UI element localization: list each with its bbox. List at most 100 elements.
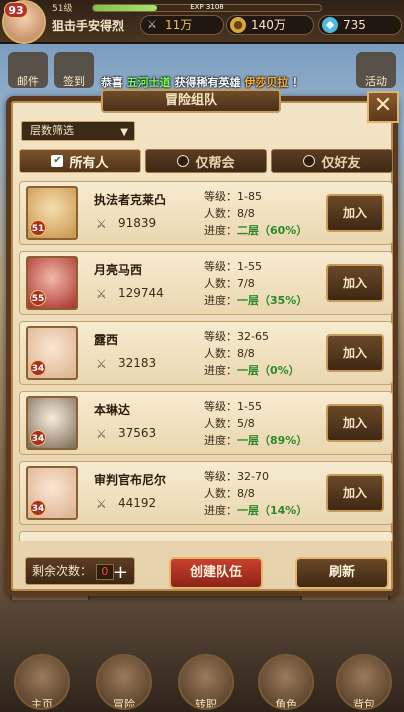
team-leader-name: 执法者克莱凸 [94, 193, 167, 207]
close-button[interactable]: ✕ [367, 91, 399, 123]
hero-portrait: 34 [26, 466, 78, 520]
team-row: 55 月亮马西 ⚔ 129744 等级：1-55 人数：7/8 进度：一层（35… [19, 251, 393, 315]
hero-portrait: 51 [26, 186, 78, 240]
team-row: 34 露西 ⚔ 32183 等级：32-65 人数：8/8 进度：一层（0%） … [19, 321, 393, 385]
tab-guild-only[interactable]: 仅帮会 [145, 149, 267, 173]
level-range: 1-55 [237, 400, 262, 413]
team-power: 129744 [118, 286, 164, 300]
level-range: 32-70 [237, 470, 269, 483]
adventure-team-dialog: 冒险组队 ✕ 层数筛选 ▼ ✔ 所有人 仅帮会 仅好友 51 执法者克莱凸 ⚔ … [6, 89, 399, 596]
level-label: 51级 [52, 4, 73, 14]
team-info: 等级：1-55 人数：5/8 进度：一层（89%） [204, 398, 307, 449]
join-button[interactable]: 加入 [326, 334, 384, 372]
team-power: 91839 [118, 216, 157, 230]
level-label: 等级： [204, 400, 237, 413]
announcement-hero: 伊莎贝拉 [244, 76, 289, 89]
level-range: 32-65 [237, 330, 269, 343]
tab-friends-only[interactable]: 仅好友 [271, 149, 393, 173]
crossed-swords-icon: ⚔ [96, 427, 107, 441]
hero-level-badge: 34 [30, 500, 46, 516]
tab-label: 仅帮会 [195, 155, 235, 171]
nav-character[interactable]: 角色 [258, 654, 314, 710]
team-info: 等级：32-65 人数：8/8 进度：一层（0%） [204, 328, 300, 379]
members-count: 7/8 [237, 277, 255, 290]
team-leader-name: 本琳达 [94, 403, 131, 417]
announcement-suffix: ！ [288, 76, 304, 89]
team-info: 等级：32-70 人数：8/8 进度：一层（14%） [204, 468, 307, 519]
announcement-prefix: 恭喜 [100, 76, 127, 89]
crossed-swords-icon: ⚔ [96, 287, 107, 301]
tab-label: 仅好友 [321, 155, 361, 171]
team-row-partial [19, 531, 393, 541]
members-label: 人数： [204, 207, 237, 220]
join-button[interactable]: 加入 [326, 474, 384, 512]
team-power: 37563 [118, 426, 157, 440]
player-name: 狙击手安得烈 [52, 19, 125, 33]
level-range: 1-55 [237, 260, 262, 273]
members-label: 人数： [204, 347, 237, 360]
radio-icon [177, 155, 190, 167]
level-label: 等级： [204, 330, 237, 343]
crossed-swords-icon: ⚔ [147, 18, 157, 31]
team-power: 44192 [118, 496, 157, 510]
team-info: 等级：1-85 人数：8/8 进度：二层（60%） [204, 188, 307, 239]
progress-label: 进度： [204, 224, 237, 237]
hero-portrait: 34 [26, 396, 78, 450]
progress-label: 进度： [204, 294, 237, 307]
plus-icon[interactable]: + [113, 560, 128, 586]
remaining-count: 0 [95, 563, 114, 580]
progress-value: 一层（14%） [237, 504, 308, 517]
radio-icon [303, 155, 316, 167]
progress-label: 进度： [204, 504, 237, 517]
members-count: 8/8 [237, 347, 255, 360]
dialog-title: 冒险组队 [101, 89, 281, 113]
members-count: 5/8 [237, 417, 255, 430]
tab-everyone[interactable]: ✔ 所有人 [19, 149, 141, 173]
announcement-middle: 获得稀有英雄 [170, 76, 245, 89]
top-status-bar: 93 51级 EXP 3108 狙击手安得烈 ⚔ 11万 ● 140万 ◆ 73… [0, 0, 404, 44]
join-button[interactable]: 加入 [326, 194, 384, 232]
team-leader-name: 露西 [94, 333, 119, 347]
announcement-player: 五河士道 [126, 76, 171, 89]
progress-label: 进度： [204, 434, 237, 447]
floor-filter-dropdown[interactable]: 层数筛选 ▼ [21, 121, 135, 141]
gold-stat[interactable]: ● 140万 [226, 15, 314, 35]
hero-level-badge: 51 [30, 220, 46, 236]
level-label: 等级： [204, 190, 237, 203]
nav-bag[interactable]: 背包 [336, 654, 392, 710]
join-button[interactable]: 加入 [326, 404, 384, 442]
hero-portrait: 34 [26, 326, 78, 380]
exp-bar: EXP 3108 [92, 3, 322, 12]
remaining-attempts: 剩余次数： 0 + [25, 557, 135, 585]
team-row: 34 审判官布尼尔 ⚔ 44192 等级：32-70 人数：8/8 进度：一层（… [19, 461, 393, 525]
crossed-swords-icon: ⚔ [96, 217, 107, 231]
caret-down-icon: ▼ [120, 127, 128, 138]
nav-class-change[interactable]: 转职 [178, 654, 234, 710]
team-row: 34 本琳达 ⚔ 37563 等级：1-55 人数：5/8 进度：一层（89%）… [19, 391, 393, 455]
bottom-nav: 主页 冒险 转职 角色 背包 [0, 650, 404, 712]
team-list[interactable]: 51 执法者克莱凸 ⚔ 91839 等级：1-85 人数：8/8 进度：二层（6… [19, 181, 393, 541]
remaining-label: 剩余次数： [32, 564, 93, 578]
progress-value: 一层（35%） [237, 294, 308, 307]
members-count: 8/8 [237, 207, 255, 220]
nav-adventure[interactable]: 冒险 [96, 654, 152, 710]
members-label: 人数： [204, 487, 237, 500]
level-label: 等级： [204, 260, 237, 273]
hero-level-badge: 34 [30, 430, 46, 446]
members-count: 8/8 [237, 487, 255, 500]
crossed-swords-icon: ⚔ [96, 497, 107, 511]
gem-icon: ◆ [322, 17, 338, 33]
player-level-badge: 93 [4, 2, 28, 18]
nav-home[interactable]: 主页 [14, 654, 70, 710]
level-label: 等级： [204, 470, 237, 483]
hero-level-badge: 55 [30, 290, 46, 306]
progress-value: 一层（0%） [237, 364, 300, 377]
progress-value: 二层（60%） [237, 224, 308, 237]
crossed-swords-icon: ⚔ [96, 357, 107, 371]
tab-label: 所有人 [69, 155, 109, 171]
join-button[interactable]: 加入 [326, 264, 384, 302]
create-team-button[interactable]: 创建队伍 [169, 557, 263, 589]
checkmark-icon: ✔ [51, 155, 64, 167]
refresh-button[interactable]: 刷新 [295, 557, 389, 589]
gem-stat[interactable]: ◆ 735 [318, 15, 402, 35]
